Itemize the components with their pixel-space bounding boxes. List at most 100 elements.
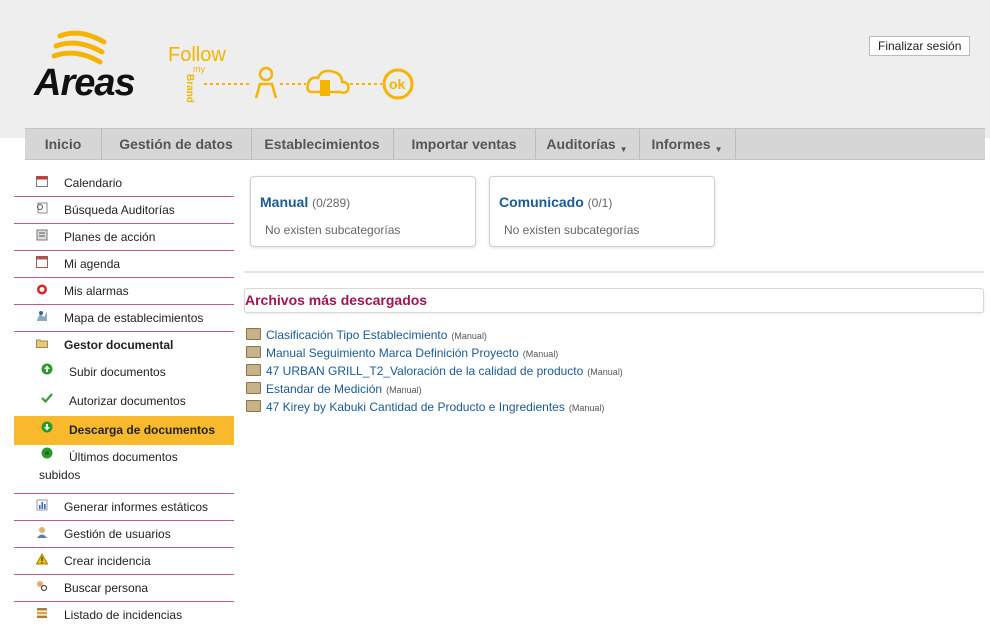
sidebar-item-autorizar-documentos[interactable]: Autorizar documentos [14,387,234,416]
person-search-icon [34,575,50,601]
sidebar-item-label: Últimos documentos subidos [39,450,178,482]
list-item: 47 Kirey by Kabuki Cantidad de Producto … [246,398,623,416]
divider [244,271,984,273]
nav-gestion-datos[interactable]: Gestión de datos [101,129,252,159]
category-tag: (Manual) [522,349,559,359]
download-link[interactable]: 47 URBAN GRILL_T2_Valoración de la calid… [266,364,583,378]
download-link[interactable]: Estandar de Medición [266,382,382,396]
download-link[interactable]: Manual Seguimiento Marca Definición Proy… [266,346,519,360]
category-count: (0/1) [587,196,613,210]
category-title: Manual [260,194,309,210]
folder-icon [34,332,50,358]
folder-icon [246,382,261,394]
sidebar-item-gestion-usuarios[interactable]: Gestión de usuarios [14,521,234,548]
chevron-down-icon: ▼ [619,145,628,154]
brand-ok-text: ok [389,76,406,92]
person-icon [254,66,278,99]
nav-auditorias[interactable]: Auditorías ▼ [535,129,640,159]
sidebar-item-listado-incidencias[interactable]: Listado de incidencias [14,602,234,628]
nav-label: Inicio [44,136,82,152]
sidebar-item-label: Generar informes estáticos [64,500,209,514]
logout-button[interactable]: Finalizar sesión [869,36,971,56]
category-count: (0/289) [312,196,351,210]
search-doc-icon [34,197,50,223]
header: Areas Follow my Brand ok Finalizar sesió… [0,0,990,138]
sidebar-item-ultimos-documentos[interactable]: Últimos documentos subidos [14,445,234,494]
main-nav: Inicio Gestión de datos Establecimientos… [25,128,985,160]
agenda-icon [34,251,50,277]
nav-establecimientos[interactable]: Establecimientos [251,129,394,159]
folder-icon [246,400,261,412]
sidebar: Calendario Búsqueda Auditorías Planes de… [14,170,234,628]
sidebar-item-label: Buscar persona [64,581,149,595]
category-empty-text: No existen subcategorías [265,223,401,237]
list-item: Estandar de Medición (Manual) [246,380,623,398]
sidebar-item-generar-informes[interactable]: Generar informes estáticos [14,494,234,521]
calendar-icon [34,170,50,196]
download-link[interactable]: Clasificación Tipo Establecimiento [266,328,447,342]
category-card-comunicado: Comunicado (0/1) No existen subcategoría… [489,176,715,247]
sidebar-item-mapa-establecimientos[interactable]: Mapa de establecimientos [14,305,234,332]
category-tag: (Manual) [568,403,605,413]
chevron-down-icon: ▼ [714,145,723,154]
sidebar-item-crear-incidencia[interactable]: Crear incidencia [14,548,234,575]
nav-inicio[interactable]: Inicio [25,129,102,159]
sidebar-item-calendario[interactable]: Calendario [14,170,234,197]
category-tag: (Manual) [386,385,422,395]
nav-label: Gestión de datos [119,136,233,152]
list-icon [34,602,50,628]
category-empty-text: No existen subcategorías [504,223,640,237]
sidebar-item-label: Gestor documental [64,338,174,352]
folder-icon [246,364,261,376]
nav-label: Importar ventas [411,136,517,152]
sidebar-item-descarga-documentos[interactable]: Descarga de documentos [14,416,234,445]
download-icon [40,416,54,445]
areas-logo-text: Areas [34,62,136,104]
report-icon [34,494,50,520]
users-icon [34,521,50,547]
category-title: Comunicado [499,194,584,210]
folder-icon [246,328,261,340]
alarm-icon [34,278,50,304]
sidebar-item-label: Subir documentos [69,365,166,379]
sidebar-item-label: Calendario [64,176,123,190]
sidebar-item-subir-documentos[interactable]: Subir documentos [14,358,234,387]
category-title-link[interactable]: Comunicado (0/1) [499,194,612,210]
map-icon [34,305,50,331]
sidebar-item-mi-agenda[interactable]: Mi agenda [14,251,234,278]
nav-importar-ventas[interactable]: Importar ventas [393,129,536,159]
nav-label: Establecimientos [264,136,380,152]
category-card-manual: Manual (0/289) No existen subcategorías [250,176,476,247]
folder-icon [246,346,261,358]
list-item: Clasificación Tipo Establecimiento (Manua… [246,326,623,344]
sidebar-item-label: Gestión de usuarios [64,527,171,541]
sidebar-item-label: Mis alarmas [64,284,129,298]
list-item: 47 URBAN GRILL_T2_Valoración de la calid… [246,362,623,380]
sidebar-item-label: Descarga de documentos [69,423,216,437]
download-link[interactable]: 47 Kirey by Kabuki Cantidad de Producto … [266,400,565,414]
brand-brand-text: Brand [184,74,195,103]
sidebar-item-label: Listado de incidencias [64,608,183,622]
sidebar-item-mis-alarmas[interactable]: Mis alarmas [14,278,234,305]
sidebar-item-buscar-persona[interactable]: Buscar persona [14,575,234,602]
sidebar-item-busqueda-auditorias[interactable]: Búsqueda Auditorías [14,197,234,224]
warning-icon [34,548,50,574]
plan-icon [34,224,50,250]
list-item: Manual Seguimiento Marca Definición Proy… [246,344,623,362]
downloads-section-header: Archivos más descargados [244,288,984,313]
category-title-link[interactable]: Manual (0/289) [260,194,350,210]
category-tag: (Manual) [587,367,623,377]
upload-icon [40,358,54,387]
sidebar-item-label: Mapa de establecimientos [64,311,204,325]
sidebar-item-label: Autorizar documentos [69,394,186,408]
sidebar-item-label: Búsqueda Auditorías [64,203,175,217]
sidebar-item-label: Planes de acción [64,230,156,244]
sidebar-item-gestor-documental[interactable]: Gestor documental [14,332,234,358]
follow-my-brand-graphic [204,66,414,100]
sidebar-item-planes-accion[interactable]: Planes de acción [14,224,234,251]
sidebar-item-label: Crear incidencia [64,554,151,568]
nav-label: Informes [651,136,711,152]
nav-informes[interactable]: Informes ▼ [639,129,736,159]
section-title: Archivos más descargados [245,292,428,308]
sidebar-item-label: Mi agenda [64,257,121,271]
